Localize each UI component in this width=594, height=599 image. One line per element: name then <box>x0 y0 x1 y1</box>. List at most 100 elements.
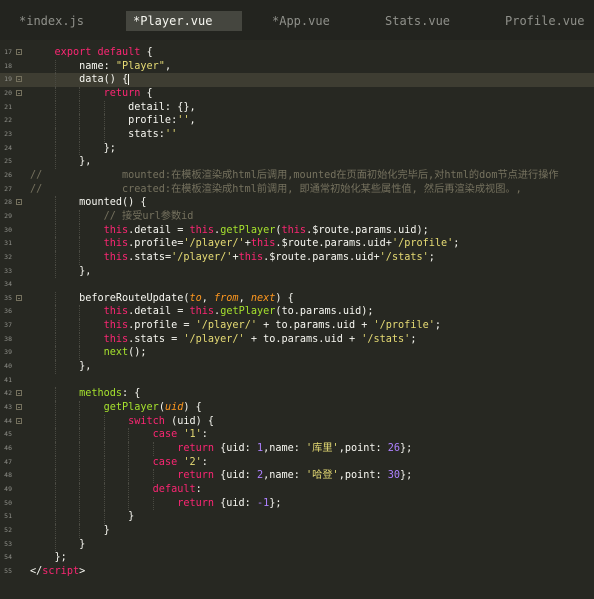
code-line[interactable]: 41 <box>0 374 594 388</box>
code-token: } <box>30 538 86 550</box>
code-line[interactable]: 44 switch (uid) { <box>0 414 594 429</box>
code-line[interactable]: 49 default: <box>0 483 594 497</box>
code-line[interactable]: 45 case '1': <box>0 428 594 443</box>
line-number: 37 <box>4 321 12 330</box>
code-token: return <box>177 443 215 455</box>
code-line[interactable]: 19 data() { <box>0 73 594 87</box>
code-line[interactable]: 47 case '2': <box>0 455 594 470</box>
code-token: (uid) { <box>164 415 215 427</box>
code-text: this.detail = this.getPlayer(this.$route… <box>30 224 429 238</box>
code-token: this <box>103 306 129 318</box>
code-editor[interactable]: *index.js *Player.vue *App.vue Stats.vue… <box>0 0 594 599</box>
code-line[interactable]: 30 this.detail = this.getPlayer(this.$ro… <box>0 223 594 238</box>
code-token: ; <box>428 251 435 263</box>
code-token: '库里' <box>306 443 339 455</box>
code-token: '2' <box>183 456 202 468</box>
tab-app-vue[interactable]: *App.vue <box>272 11 330 31</box>
code-line[interactable]: 39 next(); <box>0 346 594 361</box>
code-line[interactable]: 17 export default { <box>0 46 594 60</box>
code-line[interactable]: 40 }, <box>0 360 594 374</box>
code-line[interactable]: 28 mounted() { <box>0 196 594 210</box>
code-text: profile:'', <box>30 114 196 128</box>
code-token: this <box>103 320 129 332</box>
line-number: 43 <box>4 403 12 412</box>
code-line[interactable]: 31 this.profile='/player/'+this.$route.p… <box>0 237 594 251</box>
code-line[interactable]: 42 methods: { <box>0 387 594 402</box>
code-comment: // mounted:在模板渲染成html后调用,mounted在页面初始化完毕… <box>30 169 559 181</box>
code-token: { <box>140 47 153 58</box>
code-line[interactable]: 32 this.stats='/player/'+this.$route.par… <box>0 250 594 265</box>
code-line[interactable]: 18 name: "Player", <box>0 59 594 74</box>
code-token: next <box>103 347 129 359</box>
code-token: .stats= <box>128 251 172 263</box>
tab-index-js[interactable]: *index.js <box>19 11 84 31</box>
fold-toggle-icon[interactable] <box>16 390 22 397</box>
code-token: .$route.params.uid+ <box>263 251 380 263</box>
code-line[interactable]: 37 this.profile = '/player/' + to.params… <box>0 319 594 333</box>
code-text: switch (uid) { <box>30 415 214 429</box>
tab-player-vue[interactable]: *Player.vue <box>126 11 242 31</box>
code-token: }; <box>400 443 413 455</box>
code-token: '/player/' <box>171 251 233 263</box>
fold-toggle-icon[interactable] <box>16 89 22 96</box>
code-line[interactable]: 23 stats:'' <box>0 127 594 142</box>
fold-toggle-icon[interactable] <box>16 49 22 55</box>
code-line[interactable]: 50 return {uid: -1}; <box>0 496 594 511</box>
code-line[interactable]: 29 // 接受url参数id <box>0 209 594 224</box>
fold-toggle-icon[interactable] <box>16 404 22 411</box>
code-line[interactable]: 38 this.stats = '/player/' + to.params.u… <box>0 332 594 347</box>
tab-stats-vue[interactable]: Stats.vue <box>385 11 450 31</box>
fold-toggle-icon[interactable] <box>16 199 22 206</box>
code-line[interactable]: 53 } <box>0 537 594 552</box>
code-line[interactable]: 36 this.detail = this.getPlayer(to.param… <box>0 305 594 320</box>
code-token: {uid: <box>214 443 257 455</box>
code-token: }; <box>400 470 413 482</box>
code-line[interactable]: 48 return {uid: 2,name: '哈登',point: 30}; <box>0 469 594 483</box>
code-token: ,name: <box>263 443 307 455</box>
fold-toggle-icon[interactable] <box>16 76 22 83</box>
code-token: from <box>214 292 239 304</box>
code-line[interactable]: 33 }, <box>0 264 594 279</box>
code-line[interactable]: 51 } <box>0 510 594 524</box>
code-line[interactable]: 27 // created:在模板渲染成html前调用, 即通常初始化某些属性值,… <box>0 183 594 197</box>
code-token: return <box>177 497 215 509</box>
code-line[interactable]: 46 return {uid: 1,name: '库里',point: 26}; <box>0 442 594 456</box>
code-token: , <box>164 60 172 72</box>
code-text: } <box>30 524 110 538</box>
code-line[interactable]: 43 getPlayer(uid) { <box>0 401 594 415</box>
code-token: .profile= <box>128 238 184 250</box>
code-token: this <box>103 224 129 236</box>
code-line[interactable]: 20 return { <box>0 86 594 101</box>
line-number: 40 <box>4 362 12 371</box>
code-token: .detail = <box>128 306 190 318</box>
code-token: switch <box>128 415 165 427</box>
code-line[interactable]: 55 </script> <box>0 565 594 579</box>
code-line[interactable]: 22 profile:'', <box>0 114 594 128</box>
code-line[interactable]: 54 }; <box>0 551 594 565</box>
line-number: 50 <box>4 498 12 507</box>
code-line[interactable]: 35 beforeRouteUpdate(to, from, next) { <box>0 291 594 306</box>
fold-toggle-icon[interactable] <box>16 294 22 301</box>
code-text: // created:在模板渲染成html前调用, 即通常初始化某些属性值, 然… <box>30 183 522 197</box>
code-line[interactable]: 21 detail: {}, <box>0 100 594 115</box>
code-token: '/player/' <box>183 333 245 345</box>
code-line[interactable]: 24 }; <box>0 141 594 156</box>
tab-profile-vue[interactable]: Profile.vue <box>505 11 584 31</box>
code-line[interactable]: 34 <box>0 278 594 292</box>
code-token: '哈登' <box>306 470 339 482</box>
code-token: export <box>54 47 92 58</box>
code-text: return { <box>30 87 153 101</box>
code-line[interactable]: 52 } <box>0 523 594 538</box>
code-area[interactable]: 17 export default {18 name: "Player", 19 … <box>0 46 594 579</box>
code-text: name: "Player", <box>30 60 171 74</box>
code-token: -1 <box>256 497 270 509</box>
fold-toggle-icon[interactable] <box>16 417 22 424</box>
code-line[interactable]: 25 }, <box>0 155 594 169</box>
code-line[interactable]: 26 // mounted:在模板渲染成html后调用,mounted在页面初始化… <box>0 169 594 183</box>
